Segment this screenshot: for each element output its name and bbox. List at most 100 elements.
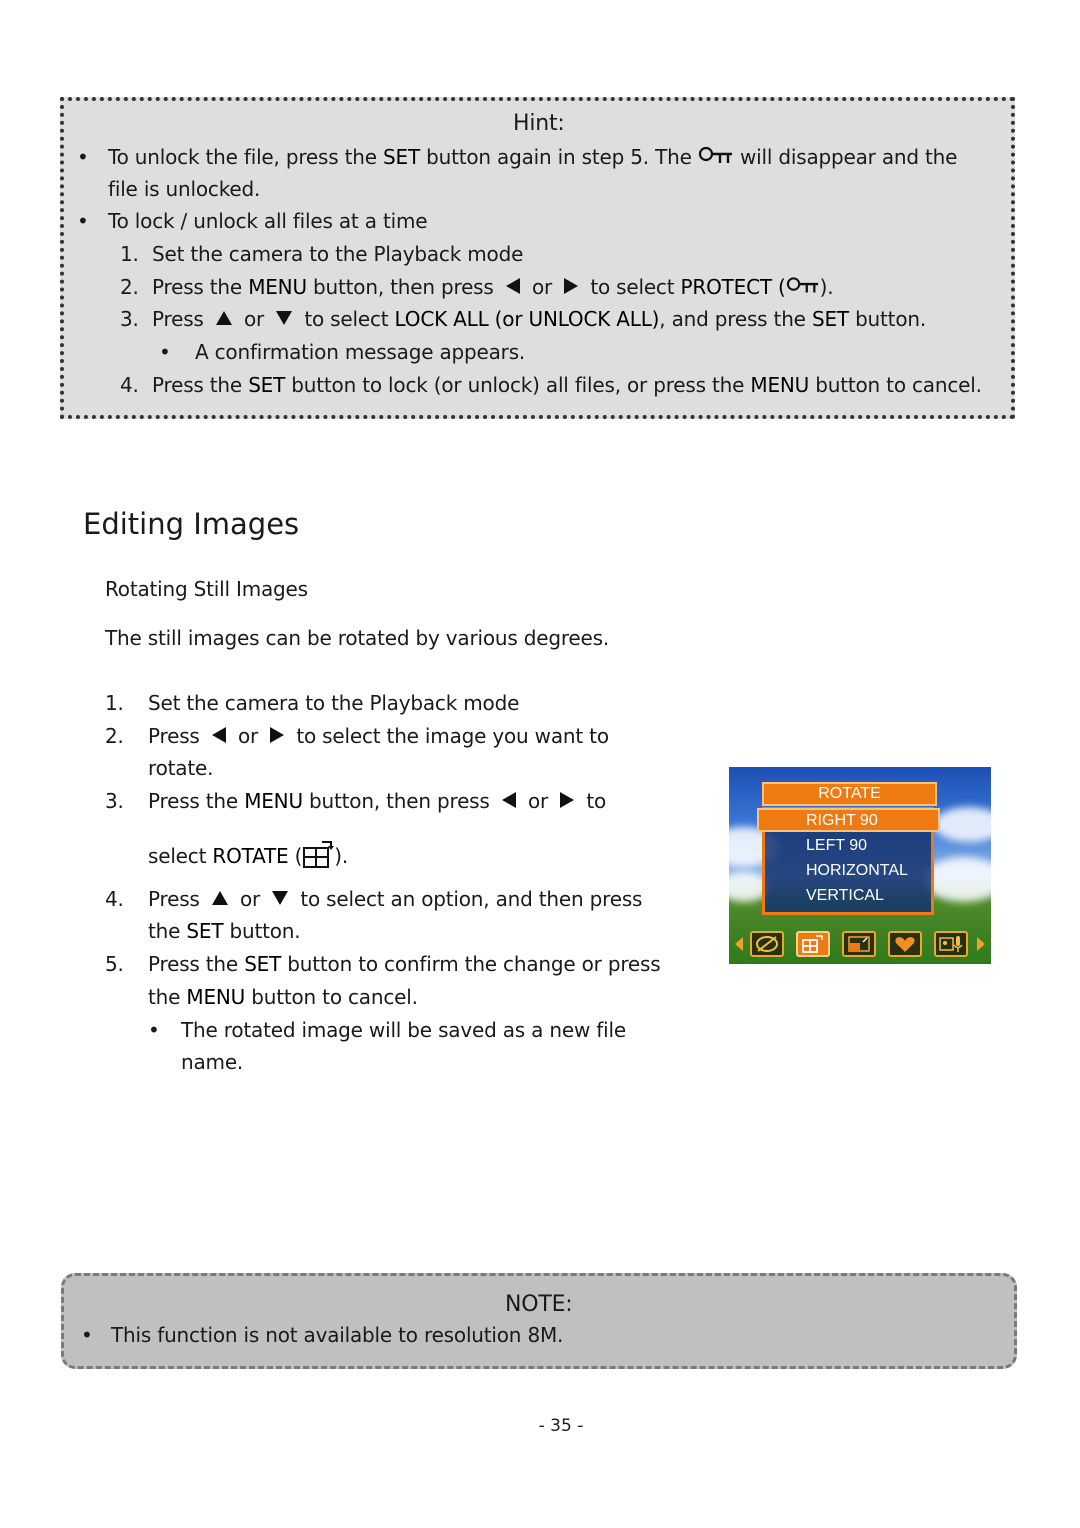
step-number: 1. [105, 691, 124, 715]
hint-sub-bullet: • [159, 340, 171, 364]
down-arrow-icon [272, 890, 289, 905]
text: select [148, 844, 213, 868]
text: , and press the [659, 307, 812, 331]
text: Press [152, 307, 210, 331]
text: to select the image you want to [290, 724, 609, 748]
camera-lcd-screenshot: ROTATE RIGHT 90 LEFT 90 HORIZONTAL VERTI… [729, 767, 991, 964]
right-arrow-icon [560, 791, 575, 808]
lock-all-keyword: LOCK ALL (or UNLOCK ALL) [394, 307, 660, 331]
text: the [148, 919, 187, 943]
right-arrow-icon [270, 726, 285, 743]
step-4: Press or to select an option, and then p… [148, 883, 642, 916]
left-arrow-icon [501, 791, 516, 808]
hint-step-1: Set the camera to the Playback mode [152, 242, 524, 266]
section-title: Editing Images [83, 507, 300, 541]
key-protect-icon [698, 146, 732, 163]
resize-icon[interactable] [842, 931, 876, 957]
key-protect-icon [786, 276, 818, 293]
step-number: 5. [105, 952, 124, 976]
right-arrow-icon [564, 277, 579, 294]
step-3: Press the MENU button, then press or to [148, 785, 606, 818]
note-bullet: • [81, 1323, 93, 1347]
menu-keyword: MENU [248, 275, 307, 299]
left-arrow-icon [211, 726, 226, 743]
hint-step-4: Press the SET button to lock (or unlock)… [152, 369, 982, 402]
step-5: Press the SET button to confirm the chan… [148, 948, 661, 981]
text: To unlock the file, press the [108, 145, 384, 169]
hint-step-number: 4. [120, 373, 139, 397]
step-2-cont: rotate. [148, 756, 214, 780]
hint-step-number: 3. [120, 307, 139, 331]
voice-memo-icon[interactable] [934, 931, 968, 957]
hint-bullet-1: To unlock the file, press the SET button… [108, 141, 957, 174]
text: button to cancel. [245, 985, 418, 1009]
up-arrow-icon [215, 310, 232, 325]
step-4-cont: the SET button. [148, 915, 301, 948]
hint-bullet-2: To lock / unlock all files at a time [108, 209, 428, 233]
menu-option-right-90[interactable]: RIGHT 90 [806, 811, 878, 831]
protect-keyword: PROTECT ( [680, 275, 786, 299]
text: button to cancel. [809, 373, 982, 397]
text: Press the [148, 952, 245, 976]
toolbar-left-arrow-icon[interactable] [735, 937, 743, 951]
page-number: - 35 - [538, 1416, 584, 1436]
left-arrow-icon [505, 277, 520, 294]
text: the [148, 985, 187, 1009]
up-arrow-icon [211, 890, 228, 905]
text: button to confirm the change or press [281, 952, 661, 976]
step-3-cont: select ROTATE (). [148, 840, 348, 873]
cloud [934, 807, 991, 842]
step-5-cont: the MENU button to cancel. [148, 981, 418, 1014]
rotate-icon[interactable] [796, 931, 830, 957]
section-subtitle: Rotating Still Images [105, 577, 308, 601]
rotate-keyword: ROTATE [212, 844, 289, 868]
text: or [237, 307, 271, 331]
section-intro: The still images can be rotated by vario… [105, 626, 609, 650]
text: or [525, 275, 559, 299]
text: will disappear and the [733, 145, 958, 169]
menu-title: ROTATE [762, 782, 937, 806]
cloud [924, 857, 991, 902]
text: or [233, 887, 267, 911]
menu-option-left-90[interactable]: LEFT 90 [806, 836, 867, 856]
step-2: Press or to select the image you want to [148, 720, 609, 753]
text: Press the [152, 275, 249, 299]
text: to select an option, and then press [294, 887, 643, 911]
effect-palette-icon[interactable] [750, 931, 784, 957]
text: ). [819, 275, 834, 299]
text: to [580, 789, 606, 813]
text: button. [223, 919, 301, 943]
menu-option-horizontal[interactable]: HORIZONTAL [806, 861, 908, 881]
text: or [521, 789, 555, 813]
set-keyword: SET [244, 952, 282, 976]
text: button. [848, 307, 926, 331]
step-5-sub: The rotated image will be saved as a new… [181, 1018, 626, 1042]
note-title: NOTE: [505, 1292, 573, 1317]
text: button, then press [306, 275, 500, 299]
menu-option-vertical[interactable]: VERTICAL [806, 886, 884, 906]
hint-step-number: 2. [120, 275, 139, 299]
hint-bullet-1-cont: file is unlocked. [108, 177, 261, 201]
set-keyword: SET [186, 919, 224, 943]
step-5-sub-cont: name. [181, 1050, 244, 1074]
note-text: This function is not available to resolu… [111, 1323, 564, 1347]
step-1: Set the camera to the Playback mode [148, 691, 520, 715]
down-arrow-icon [276, 310, 293, 325]
favorite-heart-icon[interactable] [888, 931, 922, 957]
menu-keyword: MENU [244, 789, 303, 813]
text: Press [148, 887, 206, 911]
text: button, then press [302, 789, 496, 813]
hint-title: Hint: [513, 111, 565, 136]
toolbar-right-arrow-icon[interactable] [977, 937, 985, 951]
menu-keyword: MENU [186, 985, 246, 1009]
text: button again in step 5. The [419, 145, 698, 169]
text: ). [334, 844, 349, 868]
text: button to lock (or unlock) all files, or… [285, 373, 751, 397]
text: to select [584, 275, 681, 299]
text: ( [288, 844, 303, 868]
hint-step-2: Press the MENU button, then press or to … [152, 271, 834, 304]
text: Press the [152, 373, 249, 397]
step-number: 2. [105, 724, 124, 748]
step-5-sub-bullet: • [148, 1018, 160, 1042]
set-keyword: SET [248, 373, 286, 397]
